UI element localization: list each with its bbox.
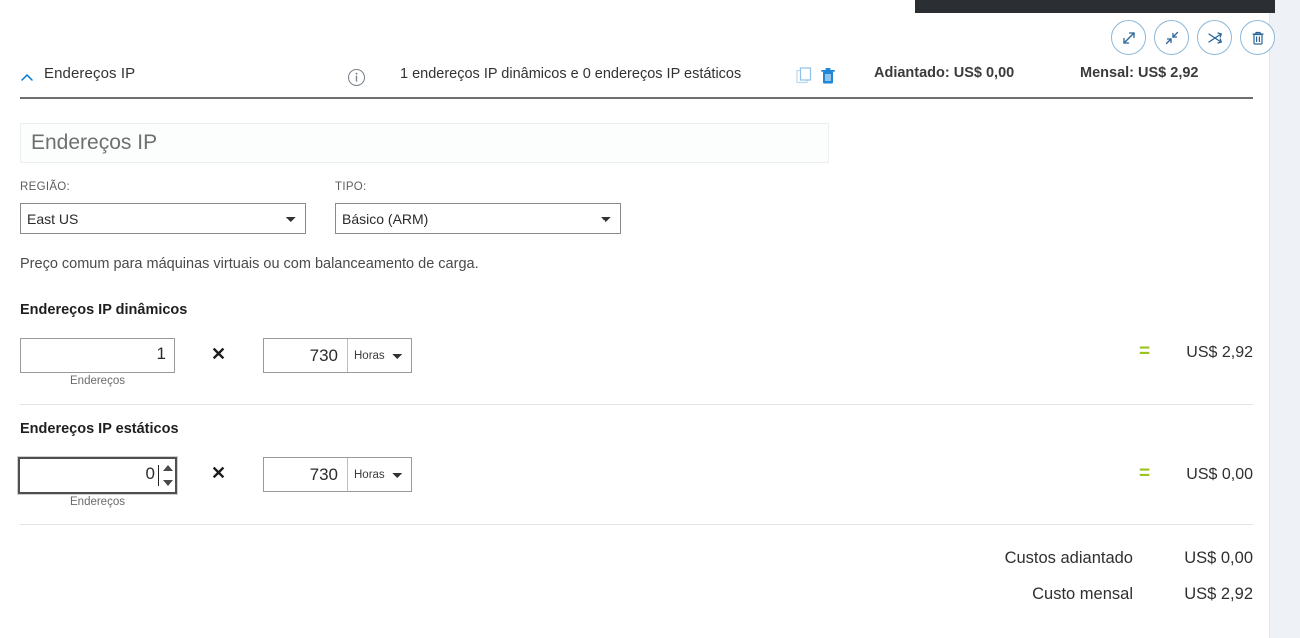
row-price-dynamic: US$ 2,92 <box>1186 344 1253 361</box>
section-header: Endereços IP 1 endereços IP dinâmicos e … <box>0 62 1270 95</box>
expand-button[interactable] <box>1111 20 1146 55</box>
chevron-up-icon <box>21 73 33 81</box>
quantity-stepper-static[interactable] <box>161 461 174 490</box>
estimate-name-input[interactable] <box>20 123 829 163</box>
row-price-static: US$ 0,00 <box>1186 466 1253 483</box>
quantity-group-dynamic: 1 Endereços <box>20 338 175 387</box>
trash-icon <box>821 68 835 84</box>
stepper-down-icon[interactable] <box>162 479 173 486</box>
collapse-icon <box>1165 31 1178 44</box>
hours-unit-select-static[interactable]: Horas <box>348 458 411 491</box>
duplicate-button[interactable] <box>796 67 813 85</box>
trash-icon <box>1252 31 1263 45</box>
page-gutter <box>1270 0 1300 638</box>
type-label: TIPO: <box>335 181 367 193</box>
quantity-sublabel: Endereços <box>70 375 125 387</box>
region-label: REGIÃO: <box>20 181 71 193</box>
header-monthly-total: Mensal: US$ 2,92 <box>1080 65 1199 81</box>
delete-button[interactable] <box>1240 20 1275 55</box>
row-divider <box>20 404 1253 405</box>
header-upfront-total: Adiantado: US$ 0,00 <box>874 65 1015 81</box>
total-monthly-value: US$ 2,92 <box>1184 585 1253 603</box>
quantity-input-dynamic[interactable]: 1 <box>20 338 175 373</box>
quantity-value: 1 <box>156 344 166 363</box>
header-rule <box>20 97 1253 99</box>
pricing-description: Preço comum para máquinas virtuais ou co… <box>20 256 479 272</box>
page-root: Endereços IP 1 endereços IP dinâmicos e … <box>0 0 1300 638</box>
section-collapse-toggle[interactable] <box>19 70 35 86</box>
section-title: Endereços IP <box>44 65 136 82</box>
multiply-operator: ✕ <box>211 344 227 364</box>
shuffle-icon <box>1207 31 1222 44</box>
quantity-input-static[interactable]: 0 <box>17 456 178 495</box>
meter-label-dynamic: Endereços IP dinâmicos <box>20 302 188 318</box>
expand-icon <box>1122 31 1135 44</box>
quantity-value: 0 <box>145 464 155 483</box>
quantity-sublabel: Endereços <box>70 496 125 508</box>
hours-input-dynamic[interactable]: 730 <box>264 339 348 372</box>
hours-input-static[interactable]: 730 <box>264 458 348 491</box>
section-delete-button[interactable] <box>820 67 836 85</box>
quantity-group-static: 0 Endereços <box>17 456 178 508</box>
total-upfront-label: Custos adiantado <box>1004 549 1133 567</box>
section-summary: 1 endereços IP dinâmicos e 0 endereços I… <box>400 66 742 82</box>
info-icon <box>348 69 365 86</box>
type-select[interactable]: Básico (ARM) <box>335 203 621 234</box>
multiply-operator: ✕ <box>211 463 227 483</box>
totals-divider <box>20 524 1253 525</box>
hours-group-dynamic: 730 Horas <box>263 338 412 373</box>
card-edge-line <box>1269 13 1270 638</box>
total-upfront-value: US$ 0,00 <box>1184 549 1253 567</box>
hours-unit-select-dynamic[interactable]: Horas <box>348 339 411 372</box>
copy-icon <box>796 67 812 84</box>
top-dark-bar <box>915 0 1275 13</box>
text-caret <box>158 465 159 486</box>
estimate-card <box>0 0 1270 638</box>
info-button[interactable] <box>347 68 366 87</box>
meter-label-static: Endereços IP estáticos <box>20 421 179 437</box>
stepper-up-icon[interactable] <box>162 465 173 472</box>
collapse-button[interactable] <box>1154 20 1189 55</box>
shuffle-button[interactable] <box>1197 20 1232 55</box>
total-monthly-label: Custo mensal <box>1032 585 1133 603</box>
hours-group-static: 730 Horas <box>263 457 412 492</box>
region-select[interactable]: East US <box>20 203 306 234</box>
card-action-toolbar <box>1111 20 1275 55</box>
